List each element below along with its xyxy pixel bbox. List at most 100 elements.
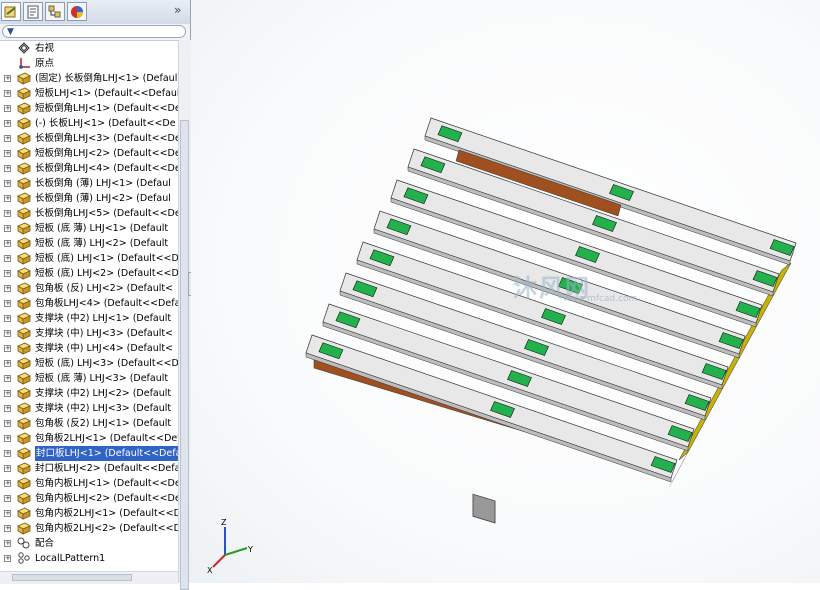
part-icon	[17, 462, 31, 475]
expand-toggle-icon[interactable]: +	[4, 420, 11, 427]
filter-icon[interactable]: ▼	[7, 27, 14, 37]
tree-item[interactable]: + 包角板 (反2) LHJ<1> (Default	[0, 416, 178, 431]
part-icon	[17, 297, 31, 310]
tree-item[interactable]: + 支撑块 (中) LHJ<4> (Default<	[0, 341, 178, 356]
tree-item[interactable]: + 包角内板2LHJ<2> (Default<<De	[0, 521, 178, 536]
tree-item[interactable]: + 短板 (底 薄) LHJ<1> (Default	[0, 221, 178, 236]
tree-item[interactable]: + 短板LHJ<1> (Default<<Default	[0, 86, 178, 101]
configuration-icon	[48, 5, 61, 18]
tree-item[interactable]: + 短板 (底 薄) LHJ<2> (Default	[0, 236, 178, 251]
expand-toggle-icon[interactable]: +	[4, 75, 11, 82]
expand-toggle-icon[interactable]: +	[4, 330, 11, 337]
tree-item[interactable]: 右视	[0, 41, 178, 56]
tree-vertical-scrollbar[interactable]	[178, 40, 191, 590]
tree-item-label: 包角板LHJ<4> (Default<<Defau	[35, 298, 178, 309]
tree-item-label: 短板 (底 薄) LHJ<1> (Default	[35, 223, 169, 234]
tree-item[interactable]: + 包角内板LHJ<1> (Default<<Def	[0, 476, 178, 491]
horizontal-scroll-thumb[interactable]	[12, 574, 132, 581]
tree-item[interactable]: + 支撑块 (中2) LHJ<2> (Default	[0, 386, 178, 401]
expand-toggle-icon[interactable]: +	[4, 360, 11, 367]
tree-item[interactable]: + 包角内板LHJ<2> (Default<<Def	[0, 491, 178, 506]
tree-item[interactable]: + 长板倒角LHJ<5> (Default<<Def	[0, 206, 178, 221]
tree-item-label: 短板 (底 薄) LHJ<3> (Default	[35, 373, 169, 384]
feature-tree: 右视 原点 + (固定) 长板倒角LHJ<1> (Defaul + 短板LHJ<1> (D…	[0, 40, 178, 583]
tree-item-label: 支撑块 (中2) LHJ<1> (Default	[35, 313, 172, 324]
expand-toggle-icon[interactable]: +	[4, 210, 11, 217]
expand-toggle-icon[interactable]: +	[4, 240, 11, 247]
tree-item[interactable]: + 支撑块 (中2) LHJ<3> (Default	[0, 401, 178, 416]
feature-tree-tab[interactable]	[1, 2, 21, 21]
tree-item[interactable]: + (固定) 长板倒角LHJ<1> (Defaul	[0, 71, 178, 86]
part-icon	[17, 447, 31, 460]
tree-item[interactable]: + 包角内板2LHJ<1> (Default<<De	[0, 506, 178, 521]
expand-toggle-icon[interactable]: +	[4, 90, 11, 97]
filter-input[interactable]: ▼	[2, 25, 186, 38]
part-icon	[17, 342, 31, 355]
part-icon	[17, 87, 31, 100]
configuration-tab[interactable]	[45, 2, 65, 21]
tree-horizontal-scrollbar[interactable]	[0, 571, 178, 584]
graphics-viewport[interactable]: 沐风网 www.mfcad.com	[191, 0, 820, 583]
expand-toggle-icon[interactable]: +	[4, 345, 11, 352]
expand-toggle-icon[interactable]: +	[4, 315, 11, 322]
tree-item[interactable]: + 包角板 (反) LHJ<2> (Default<	[0, 281, 178, 296]
tree-item[interactable]: + 长板倒角LHJ<3> (Default<<Def	[0, 131, 178, 146]
tree-item-label: 封口板LHJ<1> (Default<<Defau	[35, 446, 178, 461]
tree-item[interactable]: + 短板倒角LHJ<1> (Default<<Def	[0, 101, 178, 116]
expand-toggle-icon[interactable]: +	[4, 540, 11, 547]
tree-item[interactable]: + 封口板LHJ<1> (Default<<Defau	[0, 446, 178, 461]
tree-item[interactable]: + 配合	[0, 536, 178, 551]
tree-item[interactable]: + 支撑块 (中) LHJ<3> (Default<	[0, 326, 178, 341]
expand-panel-icon[interactable]: »	[174, 3, 181, 17]
tree-item[interactable]: + (-) 长板LHJ<1> (Default<<De	[0, 116, 178, 131]
tree-item[interactable]: + 长板倒角LHJ<4> (Default<<Def	[0, 161, 178, 176]
plane-icon	[18, 42, 30, 54]
expand-toggle-icon[interactable]: +	[4, 165, 11, 172]
tree-item-label: 短板 (底) LHJ<3> (Default<<D	[35, 358, 178, 369]
tree-item[interactable]: + 短板 (底) LHJ<1> (Default<<D	[0, 251, 178, 266]
expand-toggle-icon[interactable]: +	[4, 270, 11, 277]
expand-toggle-icon[interactable]: +	[4, 255, 11, 262]
property-tab[interactable]	[23, 2, 43, 21]
tree-item[interactable]: + 短板 (底 薄) LHJ<3> (Default	[0, 371, 178, 386]
expand-toggle-icon[interactable]: +	[4, 225, 11, 232]
expand-toggle-icon[interactable]: +	[4, 195, 11, 202]
expand-toggle-icon[interactable]: +	[4, 390, 11, 397]
property-icon	[27, 5, 39, 19]
tree-item[interactable]: + 封口板LHJ<2> (Default<<Defau	[0, 461, 178, 476]
tree-item[interactable]: + LocalLPattern1	[0, 551, 178, 566]
expand-toggle-icon[interactable]: +	[4, 285, 11, 292]
expand-toggle-icon[interactable]: +	[4, 375, 11, 382]
tree-item-label: 包角板2LHJ<1> (Default<<Defa	[35, 433, 178, 444]
tree-item[interactable]: + 包角板2LHJ<1> (Default<<Defa	[0, 431, 178, 446]
tree-item[interactable]: + 长板倒角 (薄) LHJ<2> (Defaul	[0, 191, 178, 206]
tree-item[interactable]: + 短板倒角LHJ<2> (Default<<Def	[0, 146, 178, 161]
expand-toggle-icon[interactable]: +	[4, 135, 11, 142]
expand-toggle-icon[interactable]: +	[4, 435, 11, 442]
expand-toggle-icon[interactable]: +	[4, 555, 11, 562]
expand-toggle-icon[interactable]: +	[4, 480, 11, 487]
display-tab[interactable]	[67, 2, 87, 21]
tree-item[interactable]: + 短板 (底) LHJ<3> (Default<<D	[0, 356, 178, 371]
tree-item-label: 支撑块 (中) LHJ<3> (Default<	[35, 328, 174, 339]
expand-toggle-icon[interactable]: +	[4, 120, 11, 127]
y-axis-line	[224, 547, 248, 556]
tree-item[interactable]: + 支撑块 (中2) LHJ<1> (Default	[0, 311, 178, 326]
tree-item-label: 长板倒角LHJ<5> (Default<<Def	[35, 208, 178, 219]
tree-item[interactable]: + 长板倒角 (薄) LHJ<1> (Defaul	[0, 176, 178, 191]
tree-item[interactable]: + 包角板LHJ<4> (Default<<Defau	[0, 296, 178, 311]
expand-toggle-icon[interactable]: +	[4, 450, 11, 457]
expand-toggle-icon[interactable]: +	[4, 525, 11, 532]
expand-toggle-icon[interactable]: +	[4, 405, 11, 412]
expand-toggle-icon[interactable]: +	[4, 465, 11, 472]
expand-toggle-icon[interactable]: +	[4, 300, 11, 307]
vertical-scroll-thumb[interactable]	[180, 120, 189, 590]
expand-toggle-icon[interactable]: +	[4, 510, 11, 517]
expand-toggle-icon[interactable]: +	[4, 150, 11, 157]
expand-toggle-icon[interactable]: +	[4, 180, 11, 187]
tree-item[interactable]: + 短板 (底) LHJ<2> (Default<<D	[0, 266, 178, 281]
part-icon	[17, 372, 31, 385]
expand-toggle-icon[interactable]: +	[4, 495, 11, 502]
tree-item[interactable]: 原点	[0, 56, 178, 71]
expand-toggle-icon[interactable]: +	[4, 105, 11, 112]
